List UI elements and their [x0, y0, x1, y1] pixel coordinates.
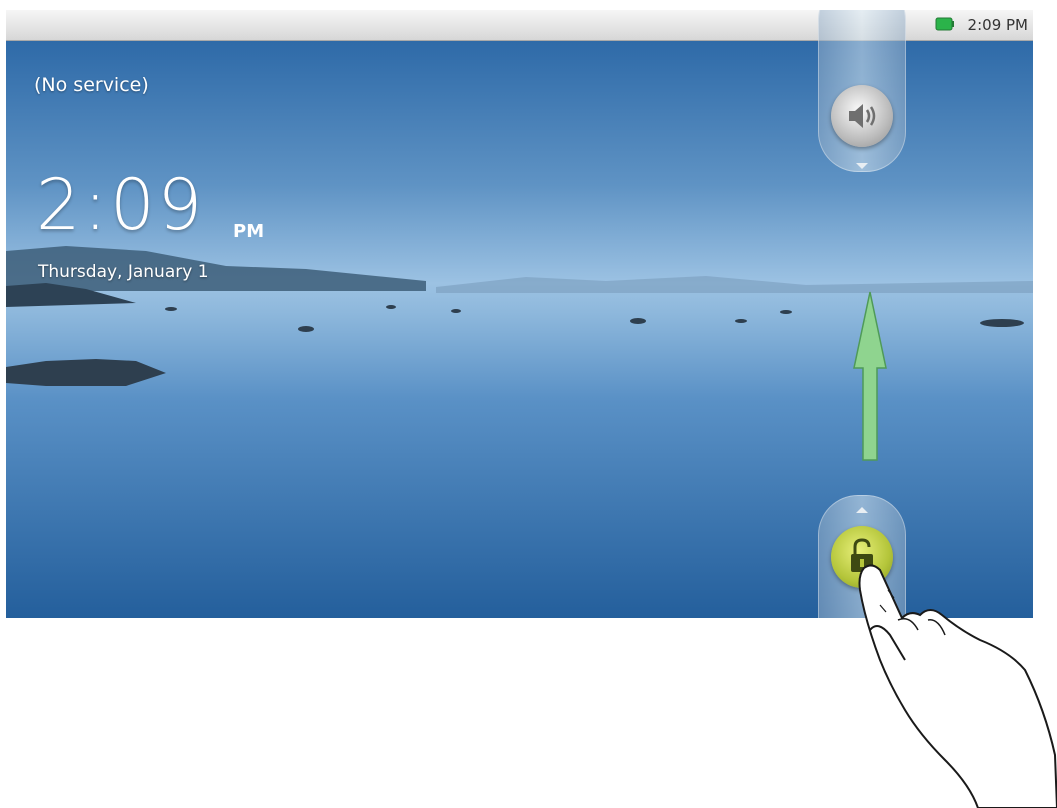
clock-ampm: PM — [233, 221, 265, 242]
speaker-icon — [849, 104, 876, 128]
clock-time: 2:09 — [36, 164, 206, 246]
sound-toggle-button[interactable] — [831, 85, 893, 147]
pointing-hand-icon — [858, 564, 1057, 808]
sound-toggle-tab[interactable] — [818, 10, 906, 172]
carrier-label: (No service) — [34, 74, 149, 96]
swipe-up-arrow — [853, 291, 887, 461]
chevron-up-icon — [856, 507, 868, 513]
clock-date: Thursday, January 1 — [38, 262, 209, 282]
status-time: 2:09 PM — [967, 16, 1028, 34]
battery-icon — [935, 17, 954, 31]
chevron-down-icon — [856, 163, 868, 169]
